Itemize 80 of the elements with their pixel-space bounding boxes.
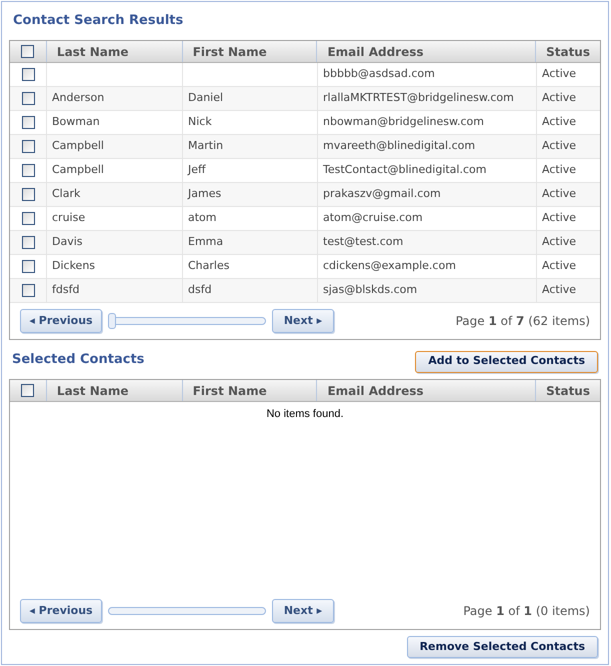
- table-cell-text: dsfd: [188, 282, 212, 298]
- empty-message: No items found.: [266, 407, 344, 422]
- checkbox[interactable]: [21, 45, 34, 58]
- table-row[interactable]: Clark James prakaszv@gmail.com Active: [10, 183, 600, 207]
- table-row[interactable]: bbbbb@asdsad.com Active: [10, 63, 600, 87]
- table-cell-text: Campbell: [52, 138, 104, 154]
- section-title: Contact Search Results: [13, 12, 184, 30]
- table-cell-text: mvareeth@blinedigital.com: [323, 138, 476, 154]
- table-cell-text: Active: [542, 210, 576, 226]
- table-cell-text: TestContact@blinedigital.com: [323, 162, 486, 178]
- column-header[interactable]: First Name: [182, 41, 318, 62]
- table-cell-text: Emma: [188, 234, 224, 250]
- checkbox[interactable]: [22, 188, 34, 201]
- checkbox[interactable]: [22, 164, 34, 177]
- checkbox[interactable]: [22, 284, 34, 297]
- table-cell-text: Jeff: [188, 162, 206, 178]
- table-cell-text: cdickens@example.com: [323, 258, 456, 274]
- slider-thumb[interactable]: [108, 313, 116, 329]
- table-cell-text: Clark: [52, 186, 80, 202]
- table-cell-text: sjas@blskds.com: [323, 282, 418, 298]
- column-header[interactable]: Last Name: [46, 380, 183, 401]
- table-row[interactable]: Anderson Daniel rlallaMKTRTEST@bridgelinesw.com Active: [10, 87, 600, 111]
- table-cell-text: atom@cruise.com: [323, 210, 423, 226]
- table-row[interactable]: Dickens Charles cdickens@example.com Active: [10, 255, 600, 279]
- column-header[interactable]: Last Name: [46, 41, 183, 62]
- column-header[interactable]: Email Address: [317, 380, 536, 401]
- table-row[interactable]: Campbell Jeff TestContact@blinedigital.com Active: [10, 159, 600, 183]
- table-cell-text: bbbbb@asdsad.com: [323, 66, 435, 82]
- action-button[interactable]: Add to Selected Contacts: [415, 350, 598, 373]
- column-header[interactable]: Status: [536, 380, 600, 401]
- table-cell-text: Active: [542, 138, 576, 154]
- column-header[interactable]: Status: [536, 41, 600, 62]
- table-cell-text: fdsfd: [52, 282, 80, 298]
- table-cell-text: Active: [542, 66, 576, 82]
- table-cell-text: cruise: [52, 210, 86, 226]
- table-cell-text: Martin: [188, 138, 224, 154]
- next-button[interactable]: Next ▸: [272, 599, 334, 623]
- page-info: Page 1 of 7 (62 items): [456, 313, 590, 330]
- checkbox[interactable]: [22, 236, 34, 249]
- table-row[interactable]: Campbell Martin mvareeth@blinedigital.com Active: [10, 135, 600, 159]
- column-header[interactable]: Email Address: [317, 41, 536, 62]
- checkbox[interactable]: [22, 68, 34, 81]
- table-cell-text: Active: [542, 90, 576, 106]
- table-row[interactable]: fdsfd dsfd sjas@blskds.com Active: [10, 279, 600, 303]
- table-row[interactable]: Davis Emma test@test.com Active: [10, 231, 600, 255]
- table-cell-text: nbowman@bridgelinesw.com: [323, 114, 484, 130]
- table-row[interactable]: Bowman Nick nbowman@bridgelinesw.com Active: [10, 111, 600, 135]
- table-cell-text: Active: [542, 114, 576, 130]
- table-cell-text: James: [188, 186, 222, 202]
- action-button[interactable]: Remove Selected Contacts: [406, 636, 598, 658]
- table-cell-text: Davis: [52, 234, 83, 250]
- checkbox[interactable]: [22, 140, 34, 153]
- page-info: Page 1 of 1 (0 items): [463, 603, 590, 620]
- checkbox[interactable]: [22, 116, 34, 129]
- checkbox[interactable]: [21, 384, 34, 397]
- table-cell-text: Active: [542, 234, 576, 250]
- table-cell-text: atom: [188, 210, 216, 226]
- previous-button[interactable]: ◂ Previous: [20, 309, 102, 333]
- previous-button[interactable]: ◂ Previous: [20, 599, 102, 623]
- table-cell-text: Active: [542, 282, 576, 298]
- table-cell-text: Bowman: [52, 114, 100, 130]
- table-cell-text: test@test.com: [323, 234, 404, 250]
- table-cell-text: Active: [542, 186, 576, 202]
- checkbox[interactable]: [22, 212, 34, 225]
- checkbox[interactable]: [22, 92, 34, 105]
- column-header[interactable]: First Name: [182, 380, 318, 401]
- table-cell-text: Nick: [188, 114, 212, 130]
- checkbox[interactable]: [22, 260, 34, 273]
- table-cell-text: Dickens: [52, 258, 96, 274]
- table-cell-text: rlallaMKTRTEST@bridgelinesw.com: [323, 90, 514, 106]
- section-title: Selected Contacts: [12, 351, 144, 370]
- table-cell-text: Anderson: [52, 90, 104, 106]
- table-cell-text: Active: [542, 258, 576, 274]
- table-cell-text: prakaszv@gmail.com: [323, 186, 441, 202]
- table-cell-text: Campbell: [52, 162, 104, 178]
- table-cell-text: Active: [542, 162, 576, 178]
- table-cell-text: Charles: [188, 258, 230, 274]
- table-row[interactable]: cruise atom atom@cruise.com Active: [10, 207, 600, 231]
- table-cell-text: Daniel: [188, 90, 224, 106]
- next-button[interactable]: Next ▸: [272, 309, 334, 333]
